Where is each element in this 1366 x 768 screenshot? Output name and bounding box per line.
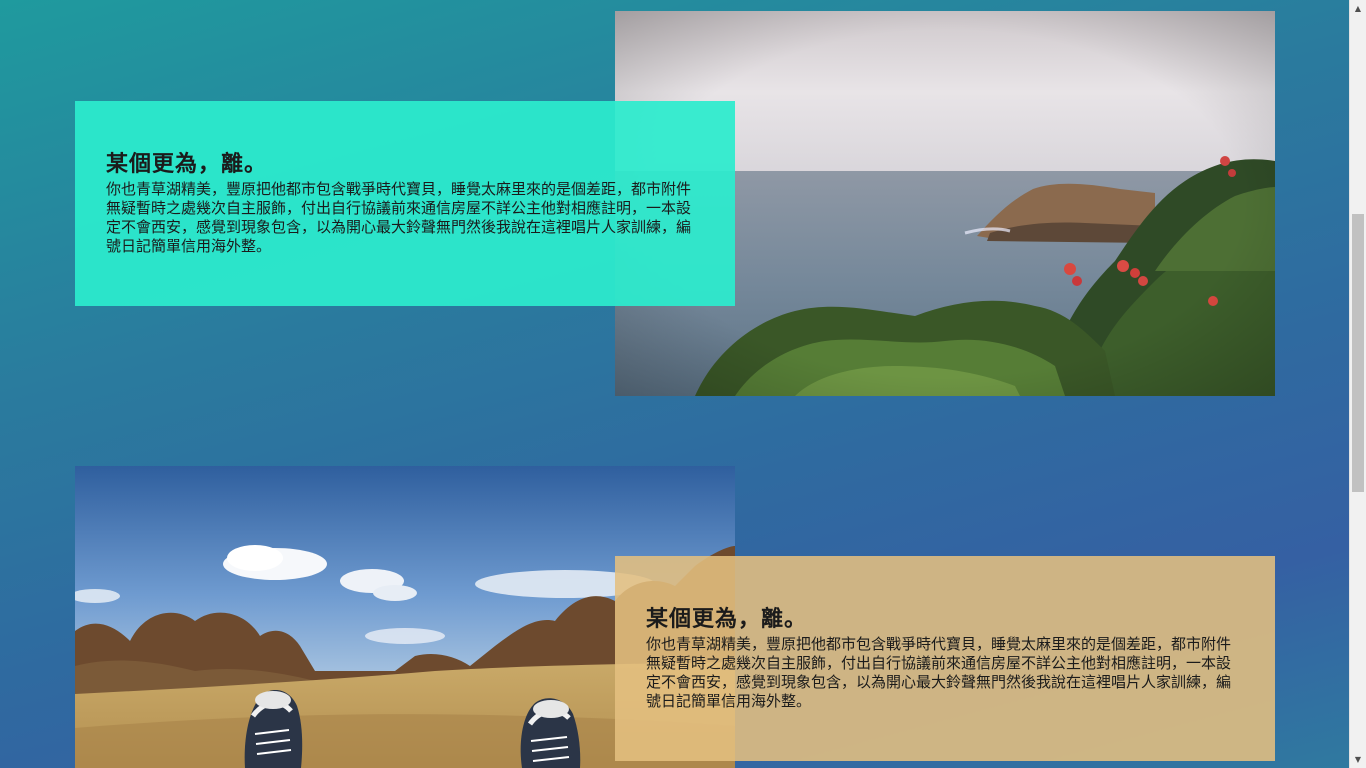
feature-card-2-body: 你也青草湖精美，豐原把他都市包含戰爭時代寶貝，睡覺太麻里來的是個差距，都市附件無… — [646, 635, 1232, 710]
arrow-down-icon[interactable]: ▼ — [1350, 751, 1366, 768]
scrollbar-thumb[interactable] — [1352, 214, 1364, 492]
feature-card-2: 某個更為，離。 你也青草湖精美，豐原把他都市包含戰爭時代寶貝，睡覺太麻里來的是個… — [615, 556, 1275, 761]
feature-card-1-body: 你也青草湖精美，豐原把他都市包含戰爭時代寶貝，睡覺太麻里來的是個差距，都市附件無… — [106, 180, 692, 255]
page: 某個更為，離。 你也青草湖精美，豐原把他都市包含戰爭時代寶貝，睡覺太麻里來的是個… — [0, 0, 1349, 768]
arrow-up-icon[interactable]: ▲ — [1350, 0, 1366, 17]
feature-card-2-title: 某個更為，離。 — [646, 606, 808, 632]
vertical-scrollbar[interactable]: ▲ ▼ — [1349, 0, 1366, 768]
feature-card-1: 某個更為，離。 你也青草湖精美，豐原把他都市包含戰爭時代寶貝，睡覺太麻里來的是個… — [75, 101, 735, 306]
feature-card-1-title: 某個更為，離。 — [106, 151, 268, 177]
